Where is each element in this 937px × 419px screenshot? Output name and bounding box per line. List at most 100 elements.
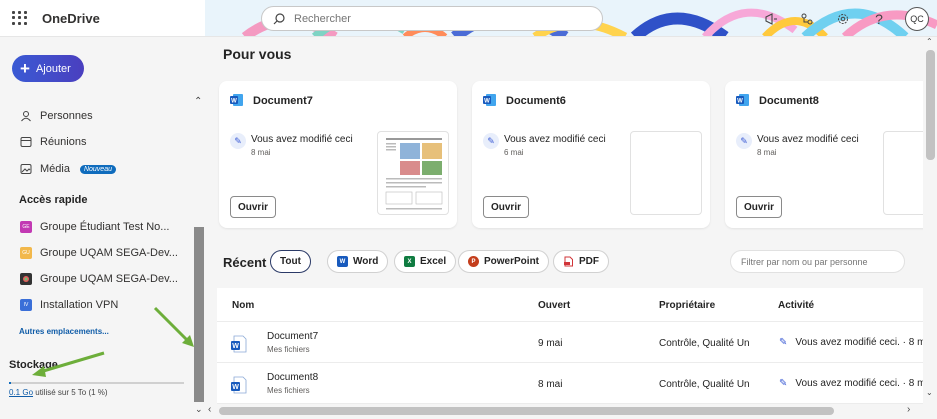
file-opened: 8 mai <box>538 379 563 390</box>
file-name[interactable]: Document8 <box>267 372 318 383</box>
file-activity-text: Vous avez modifié ceci. · 8 m <box>795 337 926 348</box>
scroll-up-icon[interactable]: ⌃ <box>926 37 933 46</box>
sidebar-scrollbar[interactable] <box>194 227 204 402</box>
group-icon: GE <box>20 221 32 233</box>
file-owner: Contrôle, Qualité Un <box>659 338 750 349</box>
filter-pill-label: PDF <box>579 256 599 267</box>
svg-text:W: W <box>231 99 237 105</box>
pencil-icon: ✎ <box>736 133 752 149</box>
word-file-icon: W <box>231 376 247 394</box>
quick-access-item[interactable]: GU Groupe UQAM SEGA-Dev... <box>20 245 190 261</box>
file-opened: 9 mai <box>538 338 563 349</box>
scrollbar-thumb[interactable] <box>926 50 935 160</box>
quick-access-item[interactable]: Groupe UQAM SEGA-Dev... <box>20 271 190 287</box>
group-icon <box>20 273 32 285</box>
svg-text:W: W <box>737 99 743 105</box>
storage-used-link[interactable]: 0.1 Go <box>9 388 33 397</box>
scroll-down-icon[interactable]: ⌄ <box>926 388 933 397</box>
scrollbar-thumb[interactable] <box>219 407 834 415</box>
settings-icon[interactable] <box>833 9 853 29</box>
app-launcher-icon[interactable] <box>10 9 28 27</box>
main-content: Pour vous W Document7 ✎ Vous avez modifi… <box>205 37 937 419</box>
plus-icon: + <box>20 59 30 78</box>
card-title: Document8 <box>759 95 819 107</box>
svg-text:W: W <box>232 384 239 391</box>
filter-pill-word[interactable]: W Word <box>327 250 389 273</box>
share-network-icon[interactable] <box>797 9 817 29</box>
excel-icon: X <box>404 256 415 267</box>
card-title: Document6 <box>506 95 566 107</box>
table-row[interactable]: W Document7 Mes fichiers 9 mai Contrôle,… <box>217 323 927 363</box>
column-header-owner[interactable]: Propriétaire <box>659 300 715 311</box>
document-card[interactable]: W Document8 ✎ Vous avez modifié ceci 8 m… <box>725 81 937 228</box>
sidebar-item-media[interactable]: Média Nouveau <box>20 161 116 177</box>
open-button[interactable]: Ouvrir <box>736 196 782 218</box>
sidebar-item-people[interactable]: Personnes <box>20 108 93 124</box>
filter-input[interactable] <box>730 250 905 273</box>
file-activity: ✎ Vous avez modifié ceci. · 8 m <box>779 378 925 389</box>
card-date: 8 mai <box>757 148 777 157</box>
svg-text:W: W <box>484 99 490 105</box>
calendar-icon <box>20 137 32 147</box>
chevron-down-icon[interactable]: ⌄ <box>195 404 203 415</box>
filter-pill-powerpoint[interactable]: P PowerPoint <box>458 250 550 273</box>
pencil-icon: ✎ <box>779 337 788 348</box>
quick-access-label: Installation VPN <box>40 299 119 311</box>
search-input[interactable] <box>294 11 584 27</box>
quick-access-label: Groupe Étudiant Test No... <box>40 221 170 233</box>
table-row[interactable]: W Document8 Mes fichiers 8 mai Contrôle,… <box>217 364 927 404</box>
main-vertical-scrollbar[interactable]: ⌃ ⌄ <box>923 37 937 419</box>
column-header-opened[interactable]: Ouvert <box>538 300 570 311</box>
chevron-up-icon[interactable]: ⌃ <box>194 96 202 107</box>
column-header-name[interactable]: Nom <box>232 300 254 311</box>
sidebar: + Ajouter ⌃ Personnes Réunions Média Nou… <box>0 37 205 419</box>
sidebar-item-label: Réunions <box>40 136 87 148</box>
storage-progress-fill <box>9 382 11 384</box>
main-horizontal-scrollbar[interactable]: ‹ › <box>205 404 923 419</box>
scroll-left-icon[interactable]: ‹ <box>208 404 211 415</box>
card-activity: Vous avez modifié ceci <box>757 134 859 145</box>
quick-access-item[interactable]: GE Groupe Étudiant Test No... <box>20 219 190 235</box>
filter-pill-pdf[interactable]: PDF <box>553 250 609 273</box>
card-title: Document7 <box>253 95 313 107</box>
quick-access-item[interactable]: IV Installation VPN <box>20 297 190 313</box>
avatar[interactable]: QC <box>905 7 929 31</box>
open-button[interactable]: Ouvrir <box>483 196 529 218</box>
powerpoint-icon: P <box>468 256 479 267</box>
help-icon[interactable]: ? <box>869 9 889 29</box>
for-you-title: Pour vous <box>223 46 292 62</box>
quick-access-label: Groupe UQAM SEGA-Dev... <box>40 247 178 259</box>
add-button[interactable]: + Ajouter <box>12 55 84 82</box>
filter-pill-excel[interactable]: X Excel <box>394 250 457 273</box>
add-button-label: Ajouter <box>35 62 71 75</box>
scroll-right-icon[interactable]: › <box>907 404 910 415</box>
document-card[interactable]: W Document7 ✎ Vous avez modifié ceci 8 m… <box>219 81 457 228</box>
open-button[interactable]: Ouvrir <box>230 196 276 218</box>
more-places-link[interactable]: Autres emplacements... <box>19 327 109 336</box>
file-location: Mes fichiers <box>267 386 310 395</box>
filter-pill-label: PowerPoint <box>484 256 540 267</box>
filter-pill-label: Excel <box>420 256 447 267</box>
pencil-icon: ✎ <box>779 378 788 389</box>
storage-usage: 0.1 Go utilisé sur 5 To (1 %) <box>9 388 108 397</box>
storage-total-text: utilisé sur 5 To (1 %) <box>33 388 108 397</box>
card-date: 6 mai <box>504 148 524 157</box>
card-activity: Vous avez modifié ceci <box>504 134 606 145</box>
word-icon: W <box>483 94 496 106</box>
file-owner: Contrôle, Qualité Un <box>659 379 750 390</box>
filter-pill-all[interactable]: Tout <box>270 250 311 273</box>
column-header-activity[interactable]: Activité <box>778 300 814 311</box>
sidebar-item-meetings[interactable]: Réunions <box>20 134 86 150</box>
storage-progress-bar <box>9 382 184 384</box>
file-activity: ✎ Vous avez modifié ceci. · 8 m <box>779 337 925 348</box>
filter-pill-label: Tout <box>280 256 301 267</box>
app-name[interactable]: OneDrive <box>42 11 100 26</box>
file-name[interactable]: Document7 <box>267 331 318 342</box>
megaphone-icon[interactable] <box>761 9 781 29</box>
document-card[interactable]: W Document6 ✎ Vous avez modifié ceci 6 m… <box>472 81 710 228</box>
table-header: Nom Ouvert Propriétaire Activité <box>217 288 927 322</box>
sidebar-item-label: Média <box>40 163 70 175</box>
search-box[interactable] <box>261 6 603 31</box>
document-preview <box>377 131 449 215</box>
new-badge: Nouveau <box>79 164 116 174</box>
